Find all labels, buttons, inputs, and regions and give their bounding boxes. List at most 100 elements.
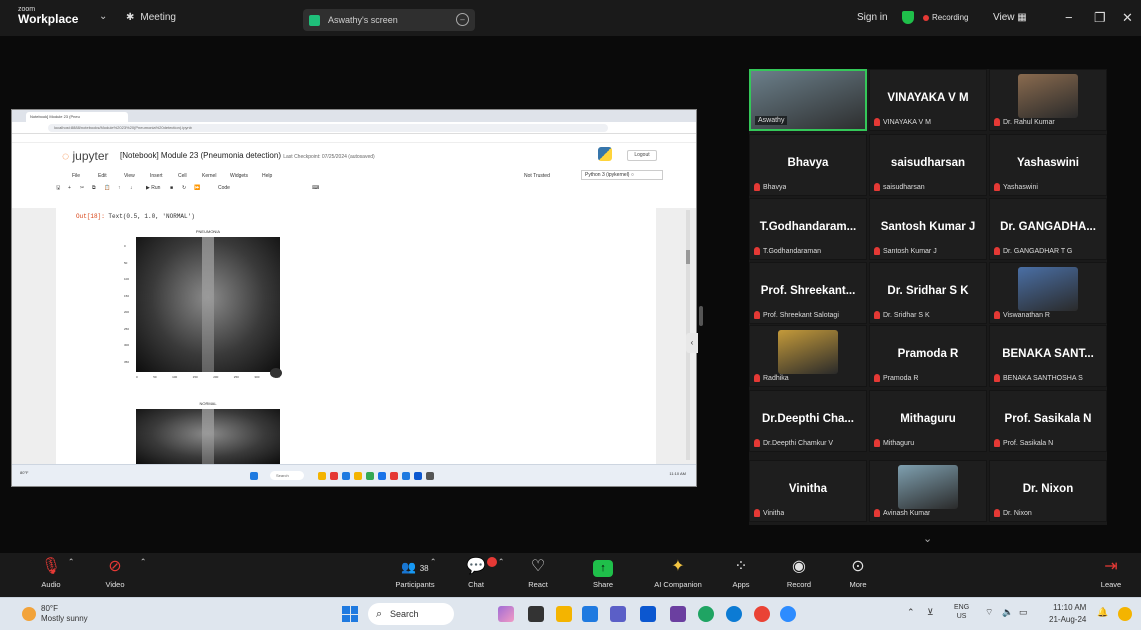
taskbar-search[interactable]: Search [368,603,454,625]
minimize-icon[interactable]: − [1065,10,1073,25]
participant-tile[interactable]: Dr. Rahul Kumar [989,69,1107,131]
participant-tile[interactable]: VINAYAKA V M VINAYAKA V M [869,69,987,131]
record-button[interactable]: ◉ Record [782,557,816,589]
logout-button[interactable]: Logout [627,150,657,161]
file-explorer-icon[interactable] [556,606,572,622]
resize-handle[interactable] [699,306,703,326]
minimize-share-icon[interactable]: – [456,13,469,26]
participant-tile[interactable]: Prof. Sasikala N Prof. Sasikala N [989,390,1107,452]
stop-icon[interactable]: ■ [170,185,173,191]
edge-icon[interactable] [726,606,742,622]
menu-cell[interactable]: Cell [178,173,187,179]
screen-share-indicator[interactable]: Aswathy's screen – [303,9,475,31]
menu-file[interactable]: File [72,173,80,179]
participant-tile[interactable]: T.Godhandaram... T.Godhandaraman [749,198,867,260]
participant-tile[interactable]: Bhavya Bhavya [749,134,867,196]
zoom-app-icon[interactable] [780,606,796,622]
store-icon[interactable] [582,606,598,622]
menu-help[interactable]: Help [262,173,272,179]
participant-tile[interactable]: Dr. Nixon Dr. Nixon [989,460,1107,522]
move-down-icon[interactable]: ↓ [130,185,133,191]
mail-icon[interactable] [640,606,656,622]
paste-icon[interactable]: 📋 [104,185,110,191]
participant-tile[interactable]: Mithaguru Mithaguru [869,390,987,452]
move-up-icon[interactable]: ↑ [118,185,121,191]
copy-icon[interactable]: ⧉ [92,185,96,191]
more-button[interactable]: ⊙ More [844,557,872,589]
participant-tile[interactable]: saisudharsan saisudharsan [869,134,987,196]
restore-icon[interactable]: ❐ [1094,10,1106,26]
kernel-indicator[interactable]: Python 3 (ipykernel) ○ [581,170,663,180]
sign-in-button[interactable]: Sign in [857,12,888,23]
browser-url[interactable]: localhost:8888/notebooks/Module%2023%20(… [48,124,608,132]
menu-edit[interactable]: Edit [98,173,107,179]
restart-icon[interactable]: ↻ [182,185,186,191]
wifi-icon[interactable]: ⌔ [985,607,993,618]
view-button[interactable]: View ▦ [993,12,1027,23]
copilot-tray-icon[interactable] [1118,607,1132,621]
bell-icon[interactable]: 🔔 [1097,607,1108,618]
participant-tile[interactable]: Vinitha Vinitha [749,460,867,522]
share-button[interactable]: ↑ Share [588,557,618,589]
notebook-title[interactable]: [Notebook] Module 23 (Pneumonia detectio… [120,151,375,160]
copilot-icon[interactable] [498,606,514,622]
participant-tile[interactable]: Viswanathan R [989,262,1107,324]
weather-widget[interactable]: 80°F Mostly sunny [22,604,88,624]
windows-start-icon[interactable] [342,606,358,622]
usb-icon[interactable]: ⊻ [927,607,934,618]
language-indicator[interactable]: ENG US [954,603,969,621]
menu-kernel[interactable]: Kernel [202,173,216,179]
menu-insert[interactable]: Insert [150,173,163,179]
task-view-icon[interactable] [528,606,544,622]
close-icon[interactable]: ✕ [1122,10,1133,26]
app-icon[interactable] [670,606,686,622]
add-cell-icon[interactable]: + [68,185,71,191]
chevron-up-icon[interactable]: ⌃ [907,607,915,618]
participant-tile[interactable]: Dr. Sridhar S K Dr. Sridhar S K [869,262,987,324]
leave-button[interactable]: ⇥ Leave [1097,557,1125,589]
shared-screen[interactable]: Notebook] Module 23 (Pneu localhost:8888… [11,109,697,487]
participant-tile[interactable]: Pramoda R Pramoda R [869,325,987,387]
chat-options-icon[interactable]: ⌃ [498,557,504,566]
jupyter-logo[interactable]: ◌ jupyter [62,149,109,163]
apps-button[interactable]: ⁘ Apps [728,557,754,589]
menu-widgets[interactable]: Widgets [230,173,248,179]
participant-tile[interactable]: Santosh Kumar J Santosh Kumar J [869,198,987,260]
react-button[interactable]: ♡ React [524,557,552,589]
participant-tile[interactable]: Aswathy [749,69,867,131]
audio-options-icon[interactable]: ⌃ [68,557,74,566]
audio-button[interactable]: 🎙 Audio [36,557,66,589]
browser-address-bar[interactable]: localhost:8888/notebooks/Module%2023%20(… [12,122,696,134]
meeting-info-button[interactable]: ✱ Meeting [126,12,176,23]
video-options-icon[interactable]: ⌃ [140,557,146,566]
save-icon[interactable]: 🖫 [56,185,60,193]
fast-forward-icon[interactable]: ⏩ [194,185,200,191]
chevron-down-icon[interactable]: ⌄ [923,532,932,545]
video-button[interactable]: ⊘ Video [100,557,130,589]
participant-tile[interactable]: Avinash Kumar [869,460,987,522]
trusted-indicator[interactable]: Not Trusted [524,173,550,179]
participant-tile[interactable]: Dr. GANGADHA... Dr. GANGADHAR T G [989,198,1107,260]
chevron-down-icon[interactable]: ⌄ [99,11,107,22]
participant-tile[interactable]: Radhika [749,325,867,387]
taskbar-clock[interactable]: 11:10 AM 21-Aug-24 [1049,602,1086,626]
volume-icon[interactable]: 🔈 [1002,607,1013,618]
browser-tab[interactable]: Notebook] Module 23 (Pneu [26,112,128,122]
ai-companion-button[interactable]: ✦ AI Companion [646,557,710,589]
participant-tile[interactable]: Yashaswini Yashaswini [989,134,1107,196]
recording-indicator[interactable]: Recording [923,13,968,22]
run-button[interactable]: ▶ Run [146,185,160,191]
participant-tile[interactable]: BENAKA SANT... BENAKA SANTHOSHA S [989,325,1107,387]
battery-icon[interactable]: ▭ [1019,607,1028,618]
chrome-icon[interactable] [698,606,714,622]
cell-type-select[interactable]: Code [218,185,230,191]
teams-icon[interactable] [610,606,626,622]
expand-output-icon[interactable] [270,368,282,378]
menu-view[interactable]: View [124,173,135,179]
keyboard-icon[interactable]: ⌨ [312,185,319,191]
participant-tile[interactable]: Prof. Shreekant... Prof. Shreekant Salota… [749,262,867,324]
participants-options-icon[interactable]: ⌃ [430,557,436,566]
chrome-icon[interactable] [754,606,770,622]
cut-icon[interactable]: ✂ [80,185,84,191]
participant-tile[interactable]: Dr.Deepthi Cha... Dr.Deepthi Chamkur V [749,390,867,452]
